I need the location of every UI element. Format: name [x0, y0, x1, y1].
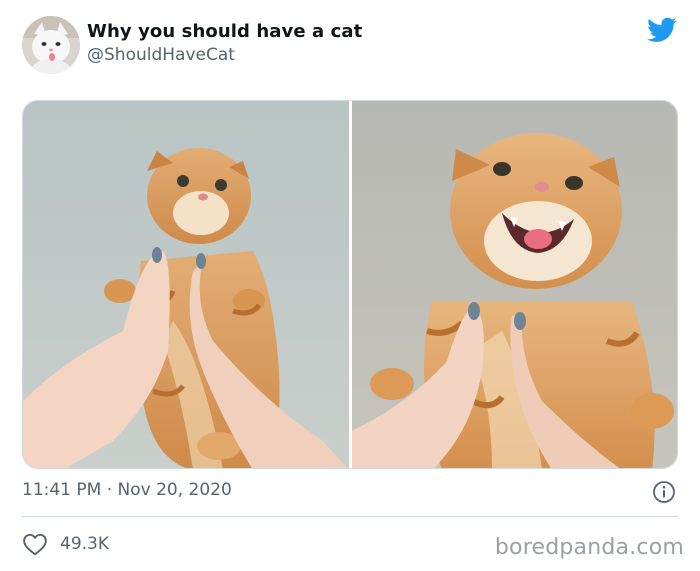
- cat-photo-calm[interactable]: [23, 101, 349, 469]
- user-handle[interactable]: @ShouldHaveCat: [87, 45, 362, 65]
- like-count: 49.3K: [60, 534, 109, 554]
- cat-photo-smiling[interactable]: [352, 101, 678, 469]
- heart-icon[interactable]: [22, 532, 48, 556]
- info-icon[interactable]: [652, 480, 676, 504]
- tweet-timestamp[interactable]: 11:41 PM · Nov 20, 2020: [22, 480, 232, 500]
- like-action[interactable]: 49.3K: [22, 532, 109, 556]
- divider: [22, 516, 678, 517]
- twitter-bird-icon[interactable]: [647, 17, 677, 43]
- tweet-author: Why you should have a cat @ShouldHaveCat: [87, 21, 362, 65]
- tweet-media[interactable]: [22, 100, 678, 469]
- watermark: boredpanda.com: [494, 535, 684, 560]
- avatar[interactable]: [22, 16, 80, 74]
- display-name[interactable]: Why you should have a cat: [87, 21, 362, 42]
- avatar-cat-image: [22, 16, 80, 74]
- tweet-card: Why you should have a cat @ShouldHaveCat: [0, 0, 700, 571]
